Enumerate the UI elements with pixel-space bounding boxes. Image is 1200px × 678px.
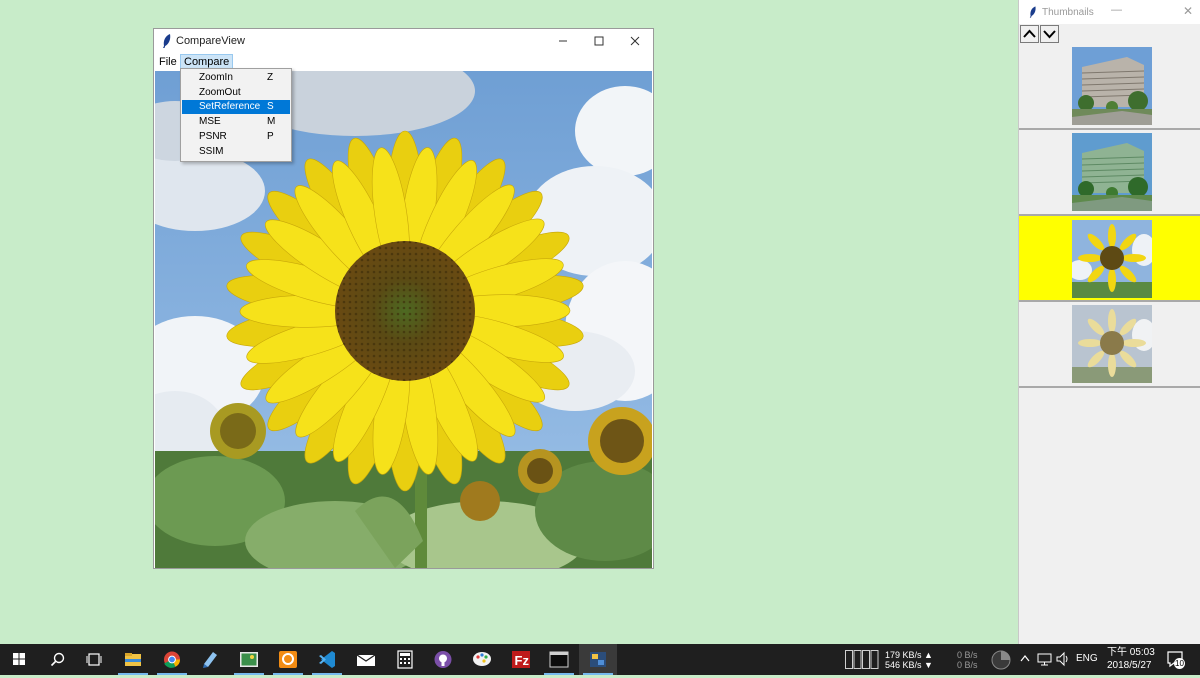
notepad-icon: [203, 652, 217, 668]
mail-icon: [356, 654, 376, 666]
photo-editor-button[interactable]: [230, 644, 268, 675]
network-status-button[interactable]: [1037, 651, 1053, 670]
notepad-button[interactable]: [191, 644, 229, 675]
chevron-up-icon: [1023, 29, 1036, 38]
menu-item-zoomin[interactable]: ZoomIn Z: [182, 71, 290, 85]
menu-item-shortcut: M: [267, 116, 276, 127]
network-icon: [1037, 653, 1052, 666]
calculator-icon: [397, 650, 413, 669]
search-icon: [50, 652, 65, 667]
network-download-rate: 546 KB/s ▼: [885, 660, 933, 670]
close-icon: [630, 36, 640, 46]
taskbar: Fz 179 KB/s ▲ 546 KB/s ▼ 0 B/s 0 B/s ENG…: [0, 644, 1200, 675]
sunflower-thumbnail: [1072, 220, 1152, 298]
close-button[interactable]: [617, 29, 653, 53]
menu-item-label: ZoomIn: [199, 72, 233, 83]
building-green-thumbnail: [1072, 133, 1152, 211]
chevron-down-icon: [1043, 30, 1056, 39]
notification-center-button[interactable]: 10: [1166, 650, 1188, 670]
filezilla-button[interactable]: Fz: [502, 644, 540, 675]
minimize-button[interactable]: —: [1111, 4, 1122, 16]
paint-icon: [473, 652, 491, 666]
menu-item-label: ZoomOut: [199, 87, 241, 98]
photo-editor-icon: [240, 652, 258, 667]
compareview-titlebar[interactable]: CompareView: [154, 29, 653, 53]
minimize-button[interactable]: [545, 29, 581, 53]
language-indicator[interactable]: ENG: [1076, 654, 1098, 664]
github-button[interactable]: [424, 644, 462, 675]
chrome-button[interactable]: [153, 644, 191, 675]
maximize-button[interactable]: [581, 29, 617, 53]
file-explorer-button[interactable]: [114, 644, 152, 675]
pie-meter-icon: [991, 650, 1011, 670]
python-app-button[interactable]: [579, 644, 617, 675]
orange-app-icon: [279, 651, 297, 668]
menu-item-shortcut: S: [267, 101, 274, 112]
search-button[interactable]: [38, 644, 76, 675]
task-view-icon: [86, 653, 102, 666]
thumbnails-titlebar[interactable]: Thumbnails — ✕: [1019, 0, 1200, 24]
network-meter-bars: [845, 650, 879, 672]
network-upload-rate: 179 KB/s ▲: [885, 650, 933, 660]
menu-item-zoomout[interactable]: ZoomOut: [182, 86, 290, 100]
menu-item-label: SSIM: [199, 146, 224, 157]
chevron-up-icon: [1020, 655, 1030, 662]
github-icon: [434, 651, 452, 668]
menu-item-setreference[interactable]: SetReference S: [182, 100, 290, 114]
menu-item-shortcut: Z: [267, 72, 274, 83]
thumbnail-item[interactable]: [1019, 302, 1200, 388]
vscode-icon: [319, 651, 335, 668]
building-thumbnail: [1072, 47, 1152, 125]
volume-button[interactable]: [1055, 651, 1071, 670]
close-button[interactable]: ✕: [1183, 4, 1193, 18]
clock-date[interactable]: 2018/5/27: [1107, 661, 1152, 671]
thumbnail-item[interactable]: [1019, 130, 1200, 216]
disk-read-rate: 0 B/s: [957, 650, 978, 660]
svg-text:Fz: Fz: [515, 653, 530, 668]
mail-button[interactable]: [347, 644, 385, 675]
minimize-icon: [559, 40, 567, 42]
paint-button[interactable]: [463, 644, 501, 675]
terminal-icon: [549, 651, 569, 668]
sunflower-faded-thumbnail: [1072, 305, 1152, 383]
menu-file[interactable]: File: [156, 55, 180, 69]
cpu-meter: [991, 650, 1011, 673]
filezilla-icon: Fz: [512, 651, 530, 668]
maximize-icon: [594, 36, 604, 46]
window-title: CompareView: [176, 35, 245, 47]
thumbnail-item[interactable]: [1019, 44, 1200, 130]
chrome-icon: [164, 651, 180, 668]
clock-time[interactable]: 下午 05:03: [1107, 648, 1155, 658]
thumbnails-window: Thumbnails — ✕: [1018, 0, 1200, 644]
disk-write-rate: 0 B/s: [957, 660, 978, 670]
menu-item-shortcut: P: [267, 131, 274, 142]
menu-item-mse[interactable]: MSE M: [182, 115, 290, 129]
terminal-button[interactable]: [540, 644, 578, 675]
vscode-button[interactable]: [308, 644, 346, 675]
python-app-icon: [590, 652, 606, 667]
thumbnail-item-selected[interactable]: [1019, 214, 1200, 302]
tray-expand-button[interactable]: [1019, 652, 1031, 669]
feather-icon: [1029, 6, 1036, 18]
compare-menu-dropdown: ZoomIn Z ZoomOut SetReference S MSE M PS…: [180, 68, 292, 162]
menu-item-label: SetReference: [199, 101, 261, 112]
menu-item-ssim[interactable]: SSIM: [182, 145, 290, 159]
volume-icon: [1056, 651, 1068, 667]
scroll-up-button[interactable]: [1020, 25, 1039, 43]
file-explorer-icon: [125, 653, 141, 666]
menu-item-psnr[interactable]: PSNR P: [182, 130, 290, 144]
task-view-button[interactable]: [75, 644, 113, 675]
scroll-down-button[interactable]: [1040, 25, 1059, 43]
start-button[interactable]: [0, 644, 38, 675]
orange-app-button[interactable]: [269, 644, 307, 675]
start-icon: [13, 653, 25, 665]
menu-item-label: PSNR: [199, 131, 227, 142]
notification-count-badge: 10: [1174, 658, 1185, 669]
thumbnails-title: Thumbnails: [1042, 7, 1094, 18]
calculator-button[interactable]: [386, 644, 424, 675]
menu-item-label: MSE: [199, 116, 221, 127]
feather-icon: [163, 34, 171, 48]
